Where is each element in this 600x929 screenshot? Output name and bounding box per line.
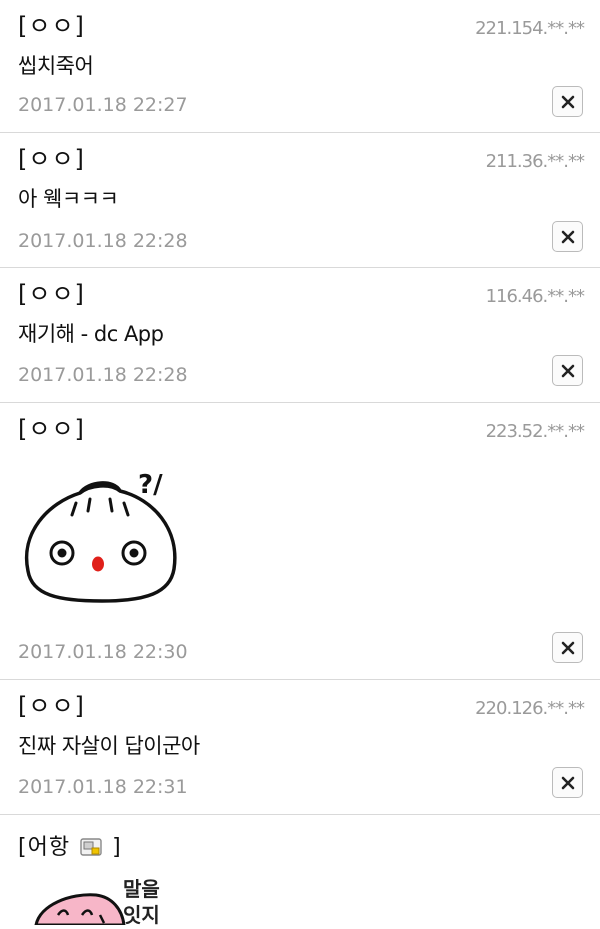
close-icon xyxy=(561,95,574,108)
delete-button[interactable] xyxy=(552,767,583,798)
sticker-caption-1: 말을 xyxy=(123,877,160,901)
comment-item: [ㅇㅇ] 116.46.**.** 재기해 - dc App 2017.01.1… xyxy=(0,268,600,403)
comment-date: 2017.01.18 22:30 xyxy=(18,641,188,663)
dumpling-sticker: ?/ xyxy=(18,463,188,613)
comment-text: 아 웩ㅋㅋㅋ xyxy=(18,187,119,211)
comment-author[interactable]: [ㅇㅇ] xyxy=(18,686,85,721)
delete-button[interactable] xyxy=(552,86,583,117)
comment-ip: 221.154.**.** xyxy=(475,18,585,39)
comment-text: 재기해 - dc App xyxy=(18,322,164,346)
comment-text: 진짜 자살이 답이군아 xyxy=(18,734,200,758)
close-icon xyxy=(561,776,574,789)
comment-ip: 211.36.**.** xyxy=(485,151,585,172)
comment-ip: 220.126.**.** xyxy=(475,698,585,719)
author-bracket: ] xyxy=(112,835,122,860)
comment-date: 2017.01.18 22:31 xyxy=(18,776,188,798)
sticker-caption-2: 잇지 xyxy=(123,903,160,927)
comment-ip: 223.52.**.** xyxy=(485,421,585,442)
comment-item: [어항 ] 말을 잇지 xyxy=(0,815,600,927)
delete-button[interactable] xyxy=(552,355,583,386)
close-icon xyxy=(561,230,574,243)
svg-text:?/: ?/ xyxy=(138,470,163,500)
delete-button[interactable] xyxy=(552,632,583,663)
comment-item: [ㅇㅇ] 211.36.**.** 아 웩ㅋㅋㅋ 2017.01.18 22:2… xyxy=(0,133,600,268)
comment-author[interactable]: [ㅇㅇ] xyxy=(18,6,85,41)
comment-ip: 116.46.**.** xyxy=(485,286,585,307)
comment-date: 2017.01.18 22:28 xyxy=(18,364,188,386)
comment-text: 씹치죽어 xyxy=(18,54,94,78)
comment-author[interactable]: [ㅇㅇ] xyxy=(18,139,85,174)
comment-date: 2017.01.18 22:27 xyxy=(18,94,188,116)
pig-sticker xyxy=(30,875,190,927)
comment-date: 2017.01.18 22:28 xyxy=(18,230,188,252)
comment-item: [ㅇㅇ] 223.52.**.** ?/ 2017.01.18 22:30 xyxy=(0,403,600,680)
user-badge-icon xyxy=(80,838,102,856)
comment-item: [ㅇㅇ] 220.126.**.** 진짜 자살이 답이군아 2017.01.1… xyxy=(0,680,600,815)
delete-button[interactable] xyxy=(552,221,583,252)
comment-author[interactable]: [ㅇㅇ] xyxy=(18,274,85,309)
comment-item: [ㅇㅇ] 221.154.**.** 씹치죽어 2017.01.18 22:27 xyxy=(0,0,600,133)
close-icon xyxy=(561,641,574,654)
comment-author[interactable]: [ㅇㅇ] xyxy=(18,409,85,444)
author-name: [어항 xyxy=(18,835,71,860)
comment-author[interactable]: [어항 ] xyxy=(18,829,122,861)
close-icon xyxy=(561,364,574,377)
